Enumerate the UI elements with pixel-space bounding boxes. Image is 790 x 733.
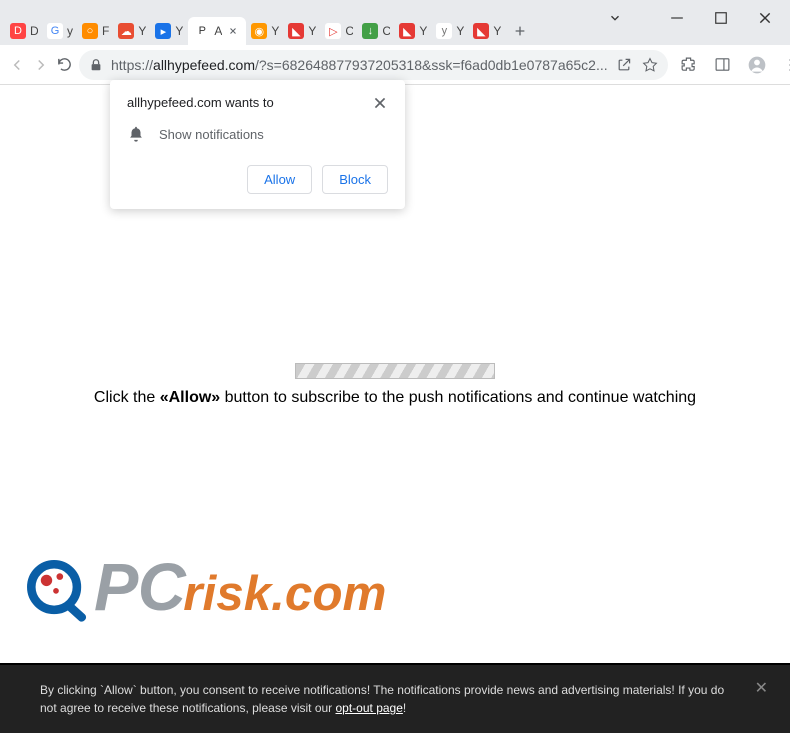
window-close-button[interactable]	[758, 11, 772, 25]
tab-title: A	[214, 24, 222, 38]
tab-close-icon[interactable]	[226, 24, 240, 38]
tab-favicon: ◣	[399, 23, 415, 39]
url-scheme: https://	[111, 57, 153, 73]
tab-title: Y	[271, 24, 279, 38]
new-tab-button[interactable]	[506, 17, 534, 45]
tab-favicon: ◉	[251, 23, 267, 39]
tab-title: C	[382, 24, 390, 38]
permission-title: allhypefeed.com wants to	[127, 95, 274, 110]
loading-bar	[295, 363, 495, 379]
lock-icon	[89, 58, 103, 72]
url-host: allhypefeed.com	[153, 57, 255, 73]
maximize-button[interactable]	[714, 11, 728, 25]
url-path: /?s=682648877937205318&ssk=f6ad0db1e0787…	[255, 57, 608, 73]
tab-favicon: ☁	[118, 23, 134, 39]
browser-tab[interactable]: ◣Y	[284, 17, 320, 45]
instruction-text: Click the «Allow» button to subscribe to…	[0, 389, 790, 407]
bell-icon	[127, 125, 145, 143]
window-controls	[590, 0, 790, 36]
instruction-bold: «Allow»	[160, 389, 220, 406]
tab-title: Y	[493, 24, 501, 38]
url-text: https://allhypefeed.com/?s=6826488779372…	[111, 57, 608, 73]
tab-title: y	[67, 24, 73, 38]
consent-bar: By clicking `Allow` button, you consent …	[0, 663, 790, 733]
consent-close-icon[interactable]: ✕	[755, 677, 768, 701]
permission-prompt: allhypefeed.com wants to Show notificati…	[110, 80, 405, 209]
svg-text:C: C	[138, 551, 187, 625]
page-content: allhypefeed.com wants to Show notificati…	[0, 85, 790, 733]
browser-tab[interactable]: Gy	[43, 17, 77, 45]
tab-title: Y	[308, 24, 316, 38]
reload-button[interactable]	[56, 50, 73, 80]
tab-favicon: y	[436, 23, 452, 39]
address-bar[interactable]: https://allhypefeed.com/?s=6826488779372…	[79, 50, 668, 80]
browser-tab[interactable]: DD	[6, 17, 42, 45]
back-button[interactable]	[8, 50, 26, 80]
page-center: Click the «Allow» button to subscribe to…	[0, 363, 790, 407]
browser-tab[interactable]: ◣Y	[469, 17, 505, 45]
permission-request-text: Show notifications	[159, 127, 264, 142]
browser-tab[interactable]: PA	[188, 17, 246, 45]
allow-button[interactable]: Allow	[247, 165, 312, 194]
browser-tab[interactable]: ○F	[78, 17, 113, 45]
tab-list-chevron-icon[interactable]	[608, 11, 622, 25]
tab-favicon: P	[194, 23, 210, 39]
browser-tab[interactable]: yY	[432, 17, 468, 45]
tab-favicon: ▷	[325, 23, 341, 39]
opt-out-link[interactable]: opt-out page	[336, 701, 403, 715]
browser-tab[interactable]: ◣Y	[395, 17, 431, 45]
consent-text-post: !	[403, 701, 406, 715]
browser-toolbar: https://allhypefeed.com/?s=6826488779372…	[0, 45, 790, 85]
block-button[interactable]: Block	[322, 165, 388, 194]
browser-tab[interactable]: ↓C	[358, 17, 394, 45]
tab-title: Y	[456, 24, 464, 38]
side-panel-button[interactable]	[708, 50, 738, 80]
browser-tab[interactable]: ◉Y	[247, 17, 283, 45]
svg-text:risk.com: risk.com	[183, 566, 386, 621]
tab-title: Y	[175, 24, 183, 38]
tab-favicon: ↓	[362, 23, 378, 39]
tab-title: Y	[419, 24, 427, 38]
tab-title: C	[345, 24, 353, 38]
tab-favicon: D	[10, 23, 26, 39]
forward-button[interactable]	[32, 50, 50, 80]
browser-tab[interactable]: ▷C	[321, 17, 357, 45]
minimize-button[interactable]	[670, 11, 684, 25]
tab-favicon: G	[47, 23, 63, 39]
permission-close-icon[interactable]	[372, 95, 388, 111]
browser-tab[interactable]: ☁Y	[114, 17, 150, 45]
tab-favicon: ◣	[288, 23, 304, 39]
tab-title: Y	[138, 24, 146, 38]
extensions-button[interactable]	[674, 50, 704, 80]
tab-favicon: ▸	[155, 23, 171, 39]
bookmark-star-icon[interactable]	[642, 57, 658, 73]
tab-title: D	[30, 24, 38, 38]
instruction-pre: Click the	[94, 389, 160, 406]
profile-button[interactable]	[742, 50, 772, 80]
pcrisk-logo: P C risk.com	[18, 543, 398, 633]
share-icon[interactable]	[616, 57, 632, 73]
instruction-post: button to subscribe to the push notifica…	[220, 389, 696, 406]
menu-button[interactable]	[776, 50, 790, 80]
tab-favicon: ○	[82, 23, 98, 39]
tab-favicon: ◣	[473, 23, 489, 39]
svg-text:P: P	[94, 551, 139, 625]
tab-title: F	[102, 24, 109, 38]
browser-tab[interactable]: ▸Y	[151, 17, 187, 45]
